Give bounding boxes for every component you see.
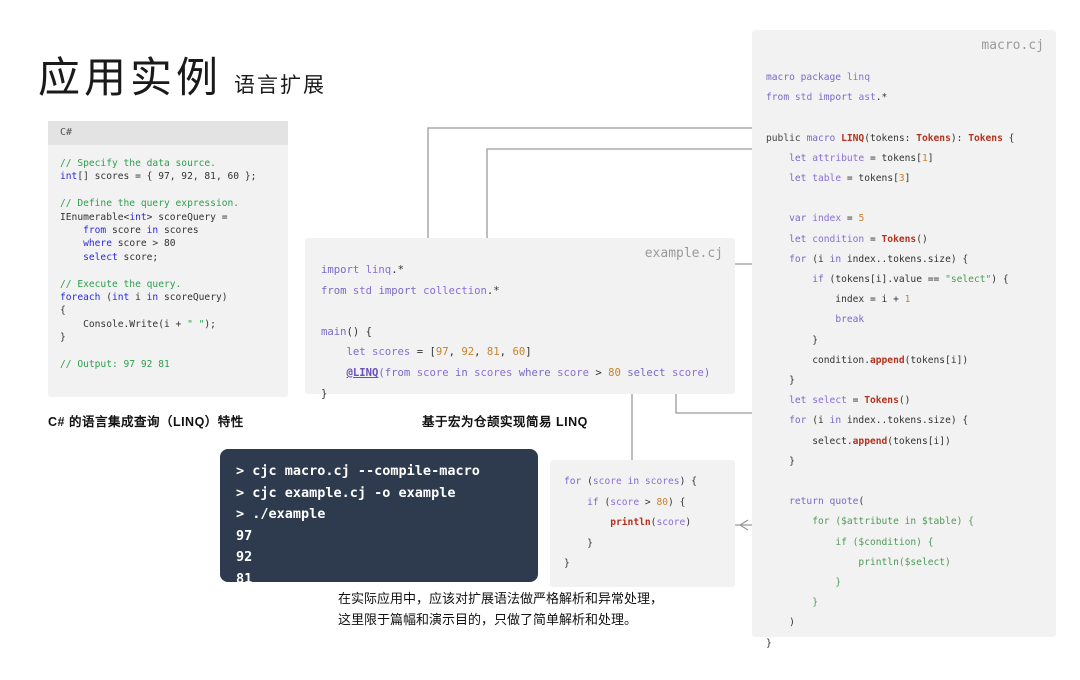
macro-code-text: macro package linq from std import ast.*…	[766, 72, 1015, 649]
page-title-main: 应用实例	[38, 56, 223, 102]
csharp-panel-header: C#	[48, 121, 288, 145]
terminal-panel: > cjc macro.cj --compile-macro > cjc exa…	[220, 449, 538, 587]
example-filename-label: example.cj	[644, 246, 723, 261]
terminal-output-text: > cjc macro.cj --compile-macro > cjc exa…	[236, 463, 480, 587]
arrowhead-left	[738, 519, 749, 531]
csharp-code-panel: C# // Specify the data source. int[] sco…	[48, 121, 288, 397]
expanded-code-text: for (score in scores) { if (score > 80) …	[564, 476, 697, 569]
footnote-text: 在实际应用中，应该对扩展语法做严格解析和异常处理， 这里限于篇幅和演示目的，只做…	[338, 591, 664, 627]
csharp-code-text: // Specify the data source. int[] scores…	[60, 158, 257, 371]
expanded-code-panel: for (score in scores) { if (score > 80) …	[550, 460, 735, 587]
example-code-panel: example.cj import linq.* from std import…	[305, 238, 735, 400]
caption-csharp: C# 的语言集成查询（LINQ）特性	[48, 415, 244, 429]
macro-filename-label: macro.cj	[981, 38, 1044, 53]
macro-code-panel: macro.cj macro package linq from std imp…	[752, 30, 1056, 649]
slide-root: 应用实例 语言扩展 C# // Specify the data source.…	[0, 0, 1080, 680]
caption-example: 基于宏为仓颉实现简易 LINQ	[422, 415, 588, 429]
page-title: 应用实例 语言扩展	[38, 44, 326, 105]
page-title-sub: 语言扩展	[234, 73, 327, 97]
example-code-text: import linq.* from std import collection…	[321, 264, 711, 400]
